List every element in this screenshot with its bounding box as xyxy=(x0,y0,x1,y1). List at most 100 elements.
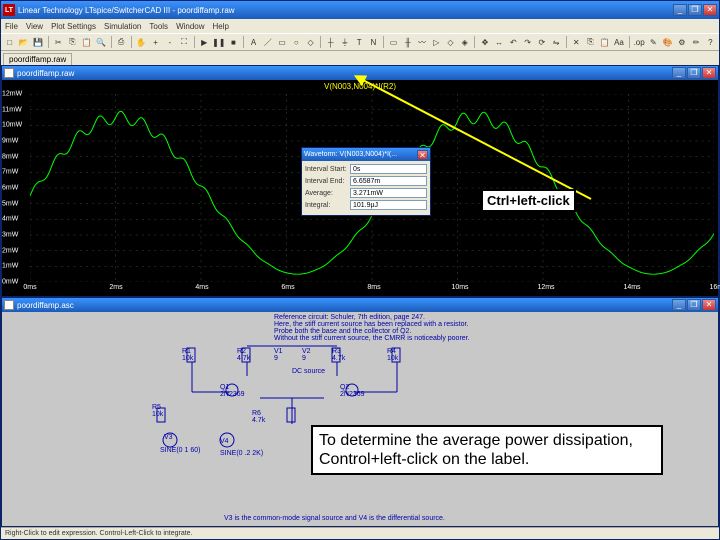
component-label[interactable]: V29 xyxy=(302,348,311,362)
new-icon[interactable]: □ xyxy=(3,35,16,49)
menu-plot-settings[interactable]: Plot Settings xyxy=(51,22,96,31)
schematic-close-button[interactable]: ✕ xyxy=(702,299,716,311)
rect-icon[interactable]: ▭ xyxy=(275,35,288,49)
ind-icon[interactable]: 〰 xyxy=(415,35,428,49)
fit-icon[interactable]: ⛶ xyxy=(177,35,190,49)
comp2-icon[interactable]: ◈ xyxy=(458,35,471,49)
undo-icon[interactable]: ↶ xyxy=(507,35,520,49)
component-label[interactable]: R410k xyxy=(387,348,398,362)
component-label[interactable]: SINE(0 .2 2K) xyxy=(220,450,263,457)
component-label[interactable]: Q12N2369 xyxy=(220,384,245,398)
hand-icon[interactable]: ✋ xyxy=(135,35,148,49)
component-label[interactable]: SINE(0 1 60) xyxy=(160,447,200,454)
schematic-minimize-button[interactable]: _ xyxy=(672,299,686,311)
cfg-icon[interactable]: ⚙ xyxy=(675,35,688,49)
save-icon[interactable]: 💾 xyxy=(31,35,44,49)
trace-label[interactable]: V(N003,N004)*I(R2) xyxy=(324,82,396,91)
color-icon[interactable]: 🎨 xyxy=(661,35,674,49)
print-icon[interactable]: ⎙ xyxy=(115,35,128,49)
dialog-value: 3.271mW xyxy=(350,188,427,198)
xtick: 6ms xyxy=(281,284,294,291)
menu-window[interactable]: Window xyxy=(176,22,204,31)
menu-simulation[interactable]: Simulation xyxy=(104,22,141,31)
menu-view[interactable]: View xyxy=(26,22,43,31)
y-axis: 12mW11mW10mW9mW8mW7mW6mW5mW4mW3mW2mW1mW0… xyxy=(2,94,30,282)
component-label[interactable]: V3 xyxy=(164,434,173,441)
plot-maximize-button[interactable]: ❐ xyxy=(687,67,701,79)
comp-icon[interactable]: ◇ xyxy=(444,35,457,49)
line-icon[interactable]: ／ xyxy=(261,35,274,49)
rotate-icon[interactable]: ⟳ xyxy=(535,35,548,49)
schematic-titlebar[interactable]: poordiffamp.asc _ ❐ ✕ xyxy=(2,298,718,312)
dialog-close-button[interactable]: ✕ xyxy=(417,150,428,160)
schematic-canvas[interactable]: Reference circuit: Schuler, 7th edition,… xyxy=(2,312,718,526)
component-label[interactable]: Q22N2369 xyxy=(340,384,365,398)
text2-icon[interactable]: Aa xyxy=(612,35,625,49)
text-icon[interactable]: A xyxy=(247,35,260,49)
component-label[interactable]: V19 xyxy=(274,348,283,362)
component-label[interactable]: R64.7k xyxy=(252,410,265,424)
redo-icon[interactable]: ↷ xyxy=(521,35,534,49)
component-label[interactable]: V4 xyxy=(220,438,229,445)
cap-icon[interactable]: ╫ xyxy=(401,35,414,49)
scissors-icon[interactable]: ✂ xyxy=(52,35,65,49)
dup-icon[interactable]: ⎘ xyxy=(584,35,597,49)
maximize-button[interactable]: ❐ xyxy=(688,4,702,16)
ed-icon[interactable]: ✎ xyxy=(647,35,660,49)
toolbar: □📂💾✂⎘📋🔍⎙✋+-⛶▶❚❚■A／▭○◇┼⏚TN▭╫〰▷◇◈✥↔↶↷⟳⇋✕⎘📋… xyxy=(1,33,719,51)
component-label[interactable]: R34.7k xyxy=(332,348,345,362)
plot-close-button[interactable]: ✕ xyxy=(702,67,716,79)
paste-icon[interactable]: 📋 xyxy=(80,35,93,49)
close-button[interactable]: ✕ xyxy=(703,4,717,16)
component-label[interactable]: DC source xyxy=(292,368,325,375)
net-icon[interactable]: N xyxy=(367,35,380,49)
ytick: 0mW xyxy=(2,279,18,286)
zoom-in-icon[interactable]: + xyxy=(149,35,162,49)
spice-icon[interactable]: .op xyxy=(633,35,646,49)
search-icon[interactable]: 🔍 xyxy=(94,35,107,49)
schematic-maximize-button[interactable]: ❐ xyxy=(687,299,701,311)
plot-titlebar[interactable]: poordiffamp.raw _ ❐ ✕ xyxy=(2,66,718,80)
component-label[interactable]: R110k xyxy=(182,348,193,362)
component-label[interactable]: R510k xyxy=(152,404,163,418)
dialog-value: 0s xyxy=(350,164,427,174)
dialog-titlebar[interactable]: Waveform: V(N003,N004)*I(... ✕ xyxy=(302,148,430,161)
menu-help[interactable]: Help xyxy=(213,22,229,31)
move-icon[interactable]: ✥ xyxy=(478,35,491,49)
xtick: 12ms xyxy=(537,284,554,291)
stop-icon[interactable]: ■ xyxy=(227,35,240,49)
statusbar: Right-Click to edit expression. Control-… xyxy=(1,527,719,539)
dialog-row: Interval End:6.6587m xyxy=(305,176,427,186)
help-icon[interactable]: ? xyxy=(704,35,717,49)
run-icon[interactable]: ▶ xyxy=(198,35,211,49)
del-icon[interactable]: ✕ xyxy=(570,35,583,49)
pause-icon[interactable]: ❚❚ xyxy=(212,35,226,49)
schematic-window-title: poordiffamp.asc xyxy=(17,301,672,310)
xtick: 2ms xyxy=(109,284,122,291)
res-icon[interactable]: ▭ xyxy=(387,35,400,49)
paste2-icon[interactable]: 📋 xyxy=(598,35,611,49)
menu-tools[interactable]: Tools xyxy=(149,22,168,31)
menu-file[interactable]: File xyxy=(5,22,18,31)
dialog-value: 6.6587m xyxy=(350,176,427,186)
zoom-out-icon[interactable]: - xyxy=(163,35,176,49)
draft-icon[interactable]: ✏ xyxy=(689,35,702,49)
poly-icon[interactable]: ◇ xyxy=(304,35,317,49)
component-label[interactable]: R24.7k xyxy=(237,348,250,362)
measurement-dialog[interactable]: Waveform: V(N003,N004)*I(... ✕ Interval … xyxy=(301,147,431,216)
copy-icon[interactable]: ⎘ xyxy=(66,35,79,49)
xtick: 4ms xyxy=(195,284,208,291)
mirror-icon[interactable]: ⇋ xyxy=(549,35,562,49)
plot-minimize-button[interactable]: _ xyxy=(672,67,686,79)
drag-icon[interactable]: ↔ xyxy=(493,35,506,49)
circ-icon[interactable]: ○ xyxy=(290,35,303,49)
x-axis: 0ms2ms4ms6ms8ms10ms12ms14ms16ms xyxy=(30,284,718,296)
tab-raw[interactable]: poordiffamp.raw xyxy=(3,53,72,65)
minimize-button[interactable]: _ xyxy=(673,4,687,16)
open-icon[interactable]: 📂 xyxy=(17,35,30,49)
diode-icon[interactable]: ▷ xyxy=(430,35,443,49)
main-titlebar[interactable]: LT Linear Technology LTspice/SwitcherCAD… xyxy=(1,1,719,19)
gnd-icon[interactable]: ⏚ xyxy=(338,35,351,49)
label-icon[interactable]: T xyxy=(353,35,366,49)
wire-icon[interactable]: ┼ xyxy=(324,35,337,49)
